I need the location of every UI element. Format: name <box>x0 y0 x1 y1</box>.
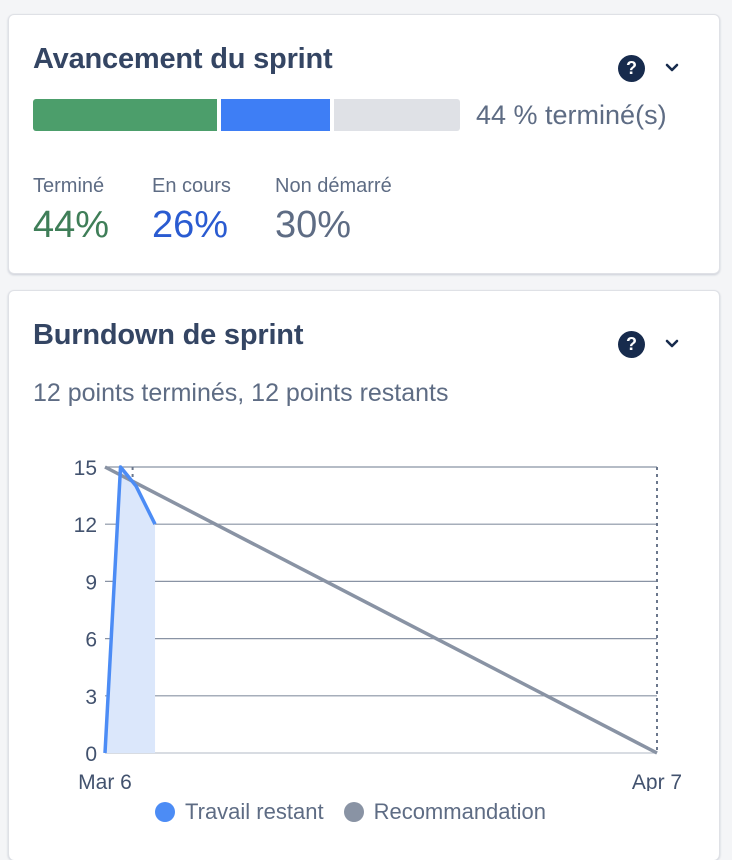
legend-label: Travail restant <box>185 799 324 824</box>
legend-dot <box>155 802 175 822</box>
stat-label: Non démarré <box>275 175 392 197</box>
stat-in-progress: En cours 26% <box>152 175 231 247</box>
stat-not-started: Non démarré 30% <box>275 175 392 247</box>
x-tick-label: Mar 6 <box>78 771 132 791</box>
progress-segment-done[interactable] <box>33 99 218 131</box>
sprint-progress-card: Avancement du sprint ? 44 % terminé(s) T… <box>8 14 720 274</box>
stat-label: Terminé <box>33 175 105 197</box>
progress-bar <box>33 99 460 131</box>
card-title: Avancement du sprint <box>33 43 333 75</box>
chevron-down-icon[interactable] <box>659 55 685 81</box>
legend-dot <box>343 802 364 822</box>
y-tick-label: 3 <box>85 686 97 709</box>
sprint-burndown-card: Burndown de sprint ? 12 points terminés,… <box>8 290 720 860</box>
chevron-down-icon <box>665 63 679 72</box>
progress-percent-label: 44 % terminé(s) <box>476 100 667 130</box>
stat-done: Terminé 44% <box>33 175 109 247</box>
y-tick-label: 12 <box>74 514 97 537</box>
x-tick-label: Apr 7 <box>632 771 682 791</box>
legend-label: Recommandation <box>373 799 547 824</box>
burndown-chart: 0 3 6 9 12 15 Mar 6 Apr 7 <box>74 457 682 791</box>
stat-label: En cours <box>152 175 231 197</box>
y-tick-label: 6 <box>85 629 97 652</box>
y-tick-label: 15 <box>74 457 97 480</box>
question-circle-icon[interactable]: ? <box>618 55 645 82</box>
progress-segment-not-started[interactable] <box>334 99 460 131</box>
y-tick-label: 0 <box>85 743 97 766</box>
stat-value: 26% <box>152 204 229 246</box>
y-tick-label: 9 <box>85 571 97 594</box>
legend-item-remaining[interactable]: Travail restant <box>155 799 324 825</box>
stat-value: 30% <box>275 204 352 246</box>
chart-legend: Travail restant Recommandation <box>155 799 546 825</box>
guideline-line <box>104 465 658 755</box>
stat-value: 44% <box>33 204 110 246</box>
progress-segment-in-progress[interactable] <box>221 99 331 131</box>
legend-item-guideline[interactable]: Recommandation <box>343 799 547 825</box>
